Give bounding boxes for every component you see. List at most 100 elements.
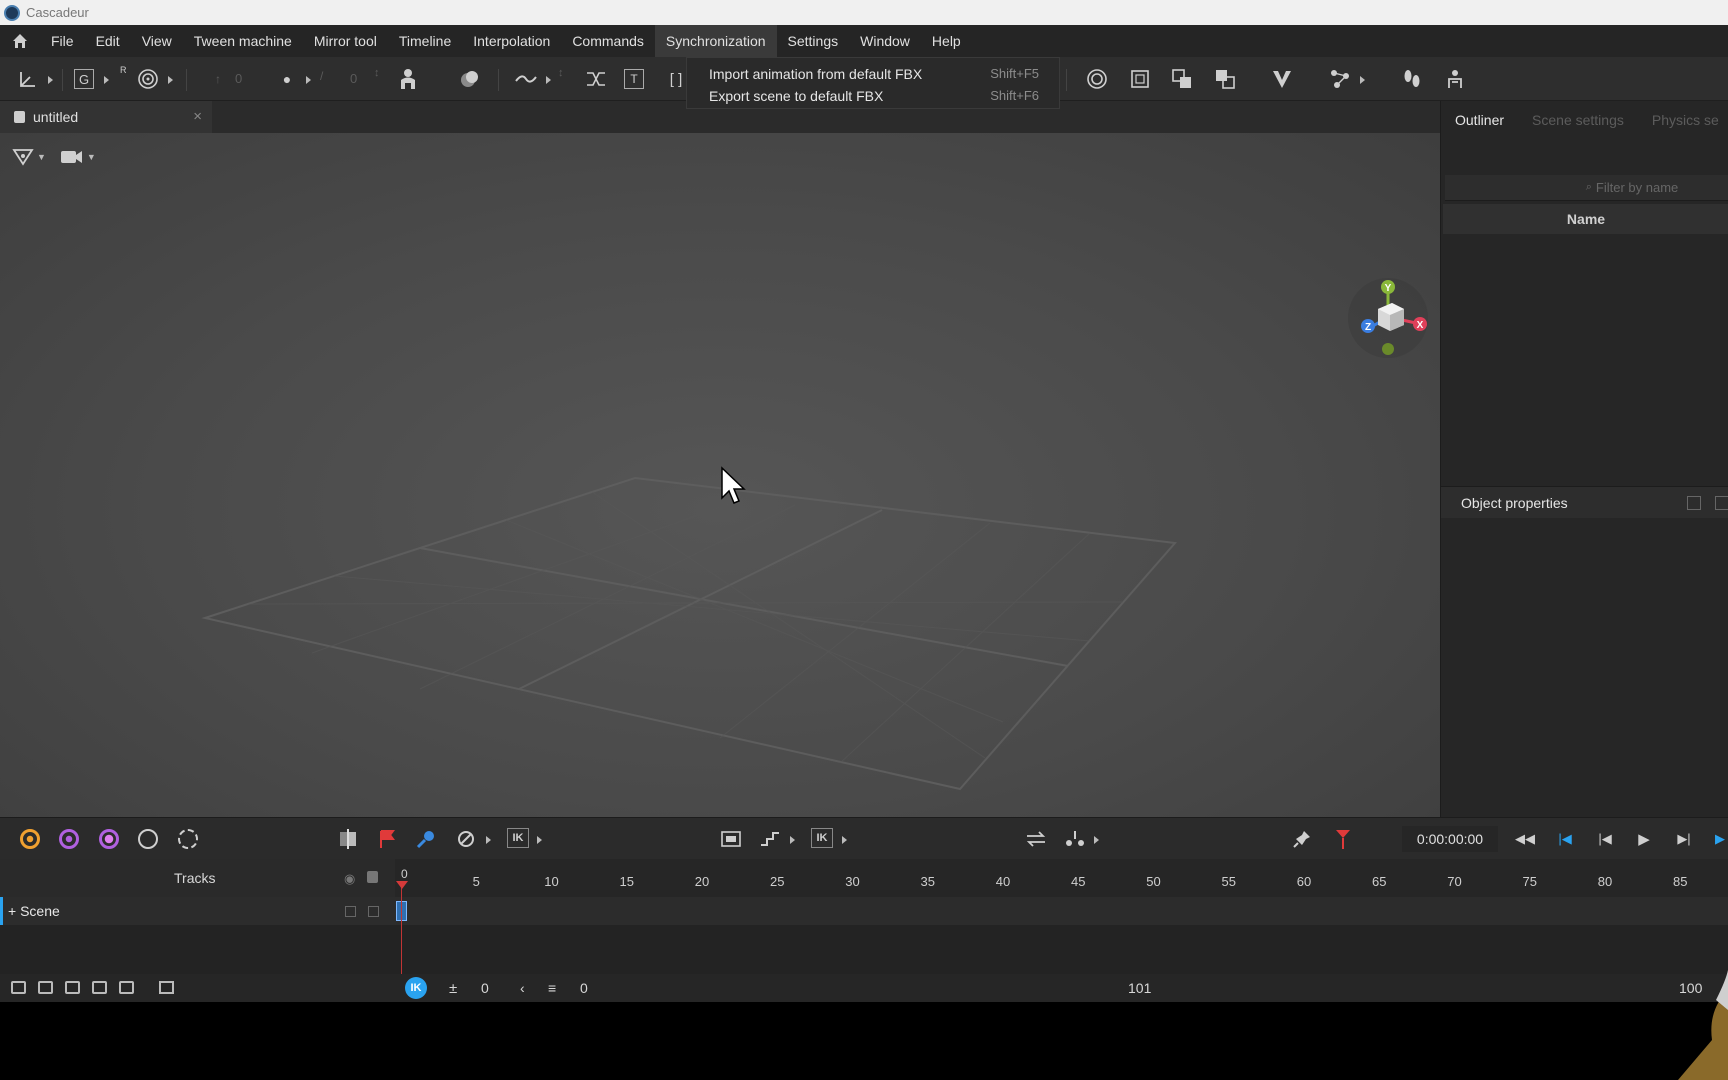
footprints-icon[interactable]: [1400, 67, 1424, 91]
pin-icon[interactable]: [1290, 827, 1314, 851]
key-tool-icon[interactable]: [414, 827, 438, 851]
3d-viewport[interactable]: ▼ ▼ Y X Z: [0, 133, 1440, 817]
previous-frame-icon[interactable]: |◀: [1593, 827, 1617, 851]
close-tab-icon[interactable]: ×: [193, 108, 202, 125]
curve-tool-icon[interactable]: [514, 67, 538, 91]
tab-outliner[interactable]: Outliner: [1441, 112, 1518, 128]
go-to-start-icon[interactable]: |◀: [1553, 827, 1577, 851]
expand-panel-icon[interactable]: [1715, 496, 1728, 510]
retarget-icon[interactable]: [1063, 827, 1087, 851]
interpolate-icon[interactable]: [584, 67, 608, 91]
center-of-mass-icon[interactable]: [136, 827, 160, 851]
character-icon[interactable]: [396, 67, 420, 91]
lock-icon[interactable]: [367, 871, 378, 883]
tab-physics-settings[interactable]: Physics se: [1638, 112, 1728, 128]
bracket-tool-icon[interactable]: [ ]: [664, 67, 688, 91]
name-column-header[interactable]: Name: [1443, 204, 1728, 234]
global-space-button[interactable]: G: [74, 69, 94, 89]
value-a-field[interactable]: 0: [481, 980, 489, 996]
auto-physics-icon[interactable]: [1443, 67, 1467, 91]
axis-tool-icon[interactable]: [16, 67, 40, 91]
menu-interpolation[interactable]: Interpolation: [462, 25, 561, 57]
curve-tool-dropdown-icon[interactable]: [546, 76, 551, 84]
scene-track-lane[interactable]: [395, 897, 1728, 925]
document-tab[interactable]: untitled ×: [0, 101, 212, 133]
menu-mirror-tool[interactable]: Mirror tool: [303, 25, 388, 57]
plus-minus-icon[interactable]: ±: [449, 980, 457, 997]
current-time-field[interactable]: 0:00:00:00: [1402, 826, 1498, 852]
remove-track-icon[interactable]: [65, 981, 80, 994]
step-dropdown-icon[interactable]: [790, 836, 795, 844]
settings-track-icon[interactable]: [159, 981, 174, 994]
menu-window[interactable]: Window: [849, 25, 921, 57]
scene-visibility-checkbox[interactable]: [345, 906, 356, 917]
physics-tool-dropdown-icon[interactable]: [1360, 76, 1365, 84]
orientation-gizmo[interactable]: Y X Z: [1346, 273, 1436, 363]
add-track-icon[interactable]: [38, 981, 53, 994]
menu-settings[interactable]: Settings: [777, 25, 850, 57]
blend-icon[interactable]: [458, 67, 482, 91]
timeline-ruler[interactable]: 0 5 10 15 20 25 30 35 40 45 50 55 60 65 70 75 80 85: [395, 859, 1728, 897]
ik-fk-dropdown-icon[interactable]: [842, 836, 847, 844]
import-track-icon[interactable]: [119, 981, 134, 994]
menu-timeline[interactable]: Timeline: [388, 25, 462, 57]
filter-input[interactable]: ⌕ Filter by name: [1445, 175, 1728, 201]
axis-tool-dropdown-icon[interactable]: [48, 76, 53, 84]
duplicate-track-icon[interactable]: [92, 981, 107, 994]
interval-start-button[interactable]: IK: [405, 977, 427, 999]
remove-layer-icon[interactable]: [1213, 67, 1237, 91]
menu-view[interactable]: View: [131, 25, 183, 57]
home-icon[interactable]: [0, 25, 40, 57]
playhead-marker-icon[interactable]: [1331, 827, 1355, 851]
rewind-icon[interactable]: ◀◀: [1513, 827, 1537, 851]
red-flag-icon[interactable]: [375, 827, 399, 851]
menu-commands[interactable]: Commands: [561, 25, 655, 57]
physics-tool-icon[interactable]: [1328, 67, 1352, 91]
rotate-view-icon[interactable]: [176, 827, 200, 851]
list-icon[interactable]: ≡: [548, 980, 556, 996]
ik-fk-button[interactable]: IK: [811, 828, 833, 848]
menu-synchronization[interactable]: Synchronization: [654, 25, 777, 57]
chevron-left-icon[interactable]: ‹: [520, 980, 525, 996]
playhead-line[interactable]: [401, 885, 402, 974]
menu-tween-machine[interactable]: Tween machine: [183, 25, 303, 57]
playhead-handle[interactable]: [396, 881, 408, 889]
target-spiral-icon[interactable]: [1085, 67, 1109, 91]
ik-button[interactable]: IK: [507, 828, 529, 848]
frame-select-icon[interactable]: [1128, 67, 1152, 91]
frame-view-icon[interactable]: [719, 827, 743, 851]
step-interpolation-icon[interactable]: [758, 827, 782, 851]
disable-dropdown-icon[interactable]: [486, 836, 491, 844]
menu-help[interactable]: Help: [921, 25, 972, 57]
keyframe-dropdown-icon[interactable]: [306, 76, 311, 84]
global-space-dropdown-icon[interactable]: [104, 76, 109, 84]
keyframe-dot-icon[interactable]: ●: [275, 67, 299, 91]
selection-mode-button[interactable]: ▼: [12, 147, 46, 167]
menu-file[interactable]: File: [40, 25, 85, 57]
disable-icon[interactable]: [454, 827, 478, 851]
spiral-tool-icon[interactable]: [136, 67, 160, 91]
export-scene-fbx-item[interactable]: Export scene to default FBX Shift+F6: [687, 85, 1059, 107]
next-frame-icon[interactable]: ▶|: [1672, 827, 1696, 851]
import-animation-fbx-item[interactable]: Import animation from default FBX Shift+…: [687, 63, 1059, 85]
split-icon[interactable]: [336, 827, 360, 851]
go-to-end-icon[interactable]: ▶: [1708, 827, 1728, 851]
ik-dropdown-icon[interactable]: [537, 836, 542, 844]
play-icon[interactable]: ▶: [1632, 827, 1656, 851]
spiral-tool-dropdown-icon[interactable]: [168, 76, 173, 84]
menu-edit[interactable]: Edit: [85, 25, 131, 57]
new-folder-icon[interactable]: [11, 981, 26, 994]
collapse-panel-icon[interactable]: [1687, 496, 1701, 510]
add-layer-icon[interactable]: [1170, 67, 1194, 91]
scene-track-row[interactable]: + Scene: [0, 897, 395, 925]
retarget-dropdown-icon[interactable]: [1094, 836, 1099, 844]
fulcrum-icon[interactable]: [97, 827, 121, 851]
text-tool-button[interactable]: T: [624, 69, 644, 89]
scene-lock-checkbox[interactable]: [368, 906, 379, 917]
point-controller-icon[interactable]: [18, 827, 42, 851]
value-b-field[interactable]: 0: [580, 980, 588, 996]
mirror-pose-icon[interactable]: [1270, 67, 1294, 91]
visibility-icon[interactable]: ◉: [344, 871, 355, 887]
swap-icon[interactable]: [1024, 827, 1048, 851]
tab-scene-settings[interactable]: Scene settings: [1518, 112, 1638, 128]
